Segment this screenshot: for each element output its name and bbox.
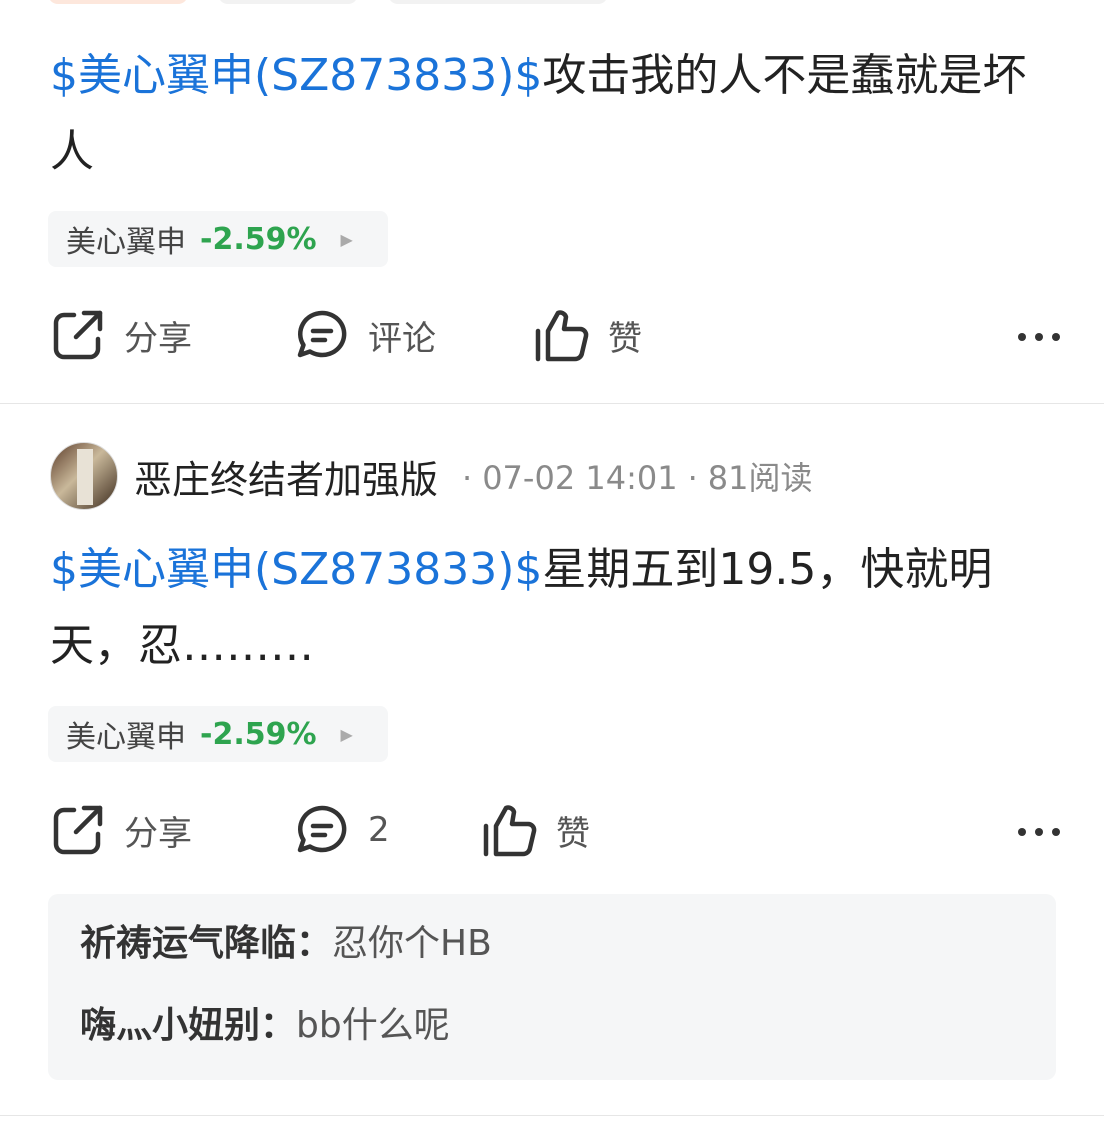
- comment-icon: [294, 802, 350, 858]
- like-label: 赞: [556, 813, 590, 854]
- comment-item[interactable]: 祈祷运气降临：忍你个HB: [80, 920, 492, 968]
- share-button[interactable]: 分享: [50, 795, 192, 865]
- post-actions: 分享 2 赞: [50, 795, 1060, 865]
- like-button[interactable]: 赞: [534, 300, 642, 370]
- like-icon: [534, 307, 590, 363]
- post-meta: · 07-02 14:01 · 81阅读: [452, 453, 812, 499]
- chevron-right-icon: ▶: [340, 229, 353, 249]
- separator-dot: ·: [687, 459, 698, 497]
- stock-chip[interactable]: 美心翼申 -2.59% ▶: [48, 706, 388, 762]
- post-content: $美心翼申(SZ873833)$攻击我的人不是蠢就是坏人: [50, 38, 1050, 190]
- stock-link[interactable]: $美心翼申(SZ873833)$: [50, 544, 542, 595]
- more-button[interactable]: [1009, 300, 1060, 370]
- author-row: 恶庄终结者加强版 · 07-02 14:01 · 81阅读: [50, 440, 812, 512]
- share-icon: [50, 307, 106, 363]
- stock-chip-change: -2.59%: [200, 221, 317, 257]
- comment-text: bb什么呢: [296, 1005, 450, 1046]
- more-button[interactable]: [1009, 795, 1060, 865]
- cropped-tag-row: [48, 0, 648, 4]
- chevron-right-icon: ▶: [340, 724, 353, 744]
- post-date: 07-02 14:01: [482, 459, 678, 497]
- like-button[interactable]: 赞: [482, 795, 590, 865]
- comment-label: 评论: [368, 318, 436, 359]
- stock-chip-change: -2.59%: [200, 716, 317, 752]
- stock-chip-name: 美心翼申: [66, 720, 186, 755]
- share-button[interactable]: 分享: [50, 300, 192, 370]
- comment-user[interactable]: 嗨灬小妞别：: [80, 1005, 296, 1046]
- divider: [0, 403, 1104, 404]
- comment-button[interactable]: 2: [294, 795, 390, 865]
- author-name[interactable]: 恶庄终结者加强版: [134, 449, 438, 504]
- stock-chip-name: 美心翼申: [66, 225, 186, 260]
- comment-button[interactable]: 评论: [294, 300, 436, 370]
- like-label: 赞: [608, 318, 642, 359]
- comment-user[interactable]: 祈祷运气降临：: [80, 923, 332, 964]
- stock-link[interactable]: $美心翼申(SZ873833)$: [50, 50, 542, 101]
- post-content: $美心翼申(SZ873833)$星期五到19.5，快就明天，忍………: [50, 532, 1050, 684]
- avatar[interactable]: [50, 442, 118, 510]
- divider: [0, 1115, 1104, 1116]
- separator-dot: ·: [462, 459, 473, 497]
- more-icon: [1009, 821, 1060, 840]
- read-count: 81阅读: [707, 459, 813, 497]
- more-icon: [1009, 326, 1060, 345]
- like-icon: [482, 802, 538, 858]
- comments-preview[interactable]: 祈祷运气降临：忍你个HB 嗨灬小妞别：bb什么呢: [48, 894, 1056, 1080]
- comment-count: 2: [368, 810, 390, 850]
- share-label: 分享: [124, 813, 192, 854]
- share-label: 分享: [124, 318, 192, 359]
- comment-text: 忍你个HB: [332, 923, 492, 964]
- share-icon: [50, 802, 106, 858]
- stock-chip[interactable]: 美心翼申 -2.59% ▶: [48, 211, 388, 267]
- comment-icon: [294, 307, 350, 363]
- post-actions: 分享 评论 赞: [50, 300, 1060, 370]
- comment-item[interactable]: 嗨灬小妞别：bb什么呢: [80, 1002, 450, 1050]
